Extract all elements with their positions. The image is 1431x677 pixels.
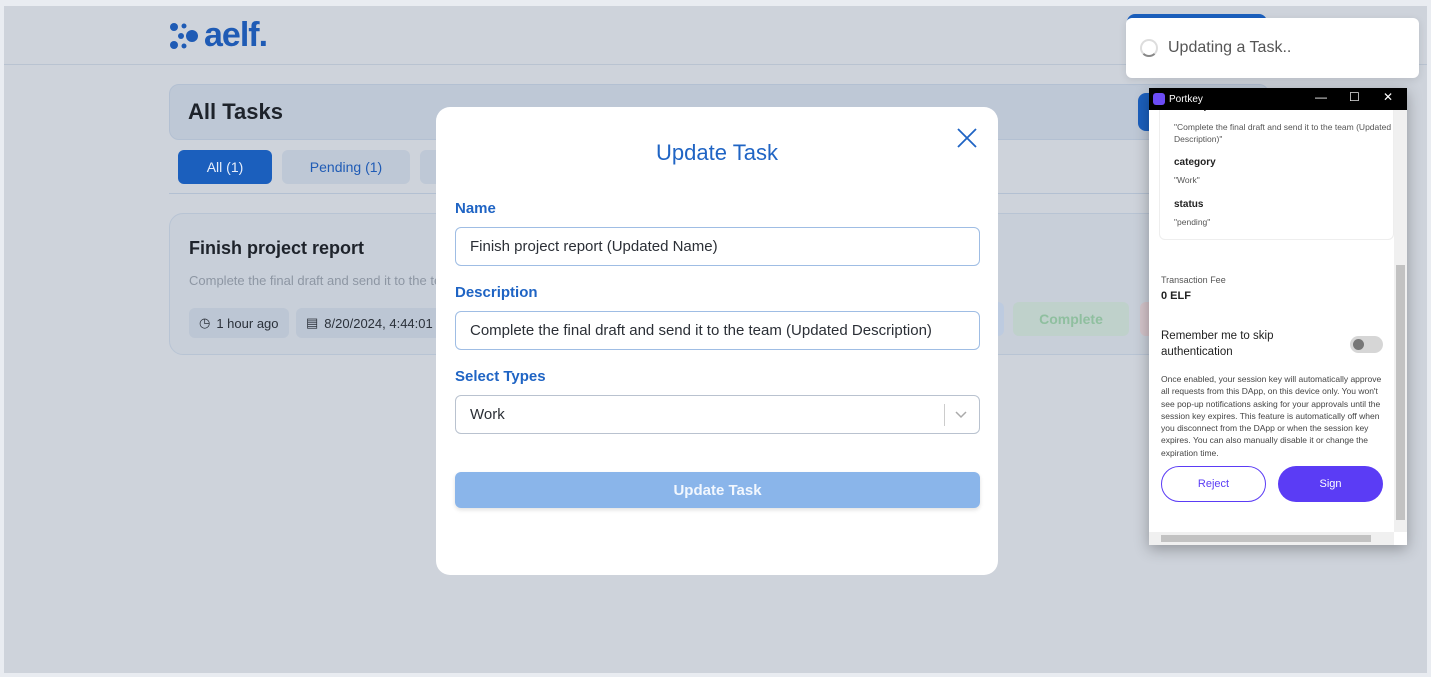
aelf-logo[interactable]: aelf. [168, 16, 268, 55]
param-value-status: "pending" [1174, 217, 1211, 227]
params-box: description "Complete the final draft an… [1159, 110, 1394, 240]
status-toast: Updating a Task.. [1126, 18, 1419, 78]
fee-label: Transaction Fee [1161, 275, 1226, 285]
portkey-titlebar[interactable]: Portkey — ☐ ✕ [1149, 88, 1407, 110]
reject-button[interactable]: Reject [1161, 466, 1266, 502]
portkey-body: description "Complete the final draft an… [1149, 110, 1394, 532]
modal-title: Update Task [656, 140, 778, 165]
types-selected-value: Work [470, 406, 505, 423]
name-label: Name [455, 200, 496, 217]
remember-label: Remember me to skip authentication [1161, 330, 1274, 358]
param-key-category: category [1174, 157, 1216, 168]
aelf-logo-icon [170, 22, 198, 49]
param-key-status: status [1174, 199, 1204, 210]
time-ago: 1 hour ago [216, 315, 279, 331]
description-label: Description [455, 284, 538, 301]
sign-button[interactable]: Sign [1278, 466, 1383, 502]
types-select[interactable]: Work [455, 395, 980, 434]
time-ago-chip: ◷ 1 hour ago [189, 308, 289, 338]
portkey-window: Portkey — ☐ ✕ description "Complete the … [1149, 88, 1407, 545]
param-value-description: "Complete the final draft and send it to… [1174, 122, 1392, 144]
spinner-icon [1140, 39, 1158, 57]
select-separator [944, 404, 945, 426]
description-input[interactable]: Complete the final draft and send it to … [455, 311, 980, 350]
clock-icon: ◷ [199, 315, 211, 330]
toast-message: Updating a Task.. [1168, 39, 1292, 56]
minimize-icon[interactable]: — [1315, 90, 1327, 104]
update-task-button[interactable]: Update Task [455, 472, 980, 508]
window-close-icon[interactable]: ✕ [1383, 90, 1393, 104]
complete-button[interactable]: Complete [1013, 302, 1129, 336]
horizontal-scrollbar[interactable] [1149, 532, 1394, 545]
update-task-modal: Update Task Name Finish project report (… [436, 107, 998, 575]
calendar-icon: ▤ [306, 315, 319, 330]
portkey-logo-icon [1153, 93, 1165, 105]
session-info-text: Once enabled, your session key will auto… [1161, 374, 1382, 458]
name-input[interactable]: Finish project report (Updated Name) [455, 227, 980, 266]
fee-value: 0 ELF [1161, 290, 1191, 302]
vertical-scrollbar[interactable] [1394, 110, 1407, 532]
window-title: Portkey [1169, 93, 1203, 105]
task-name: Finish project report [189, 238, 365, 258]
page-title: All Tasks [188, 99, 283, 124]
tab-all[interactable]: All (1) [178, 150, 272, 184]
tab-pending[interactable]: Pending (1) [282, 150, 410, 184]
logo-text: aelf. [204, 16, 268, 54]
maximize-icon[interactable]: ☐ [1349, 90, 1360, 104]
types-label: Select Types [455, 368, 546, 385]
param-value-category: "Work" [1174, 175, 1200, 185]
close-icon[interactable] [956, 127, 978, 149]
remember-toggle[interactable] [1350, 336, 1383, 353]
chevron-down-icon[interactable] [953, 406, 969, 422]
param-key-description: description [1174, 110, 1228, 112]
